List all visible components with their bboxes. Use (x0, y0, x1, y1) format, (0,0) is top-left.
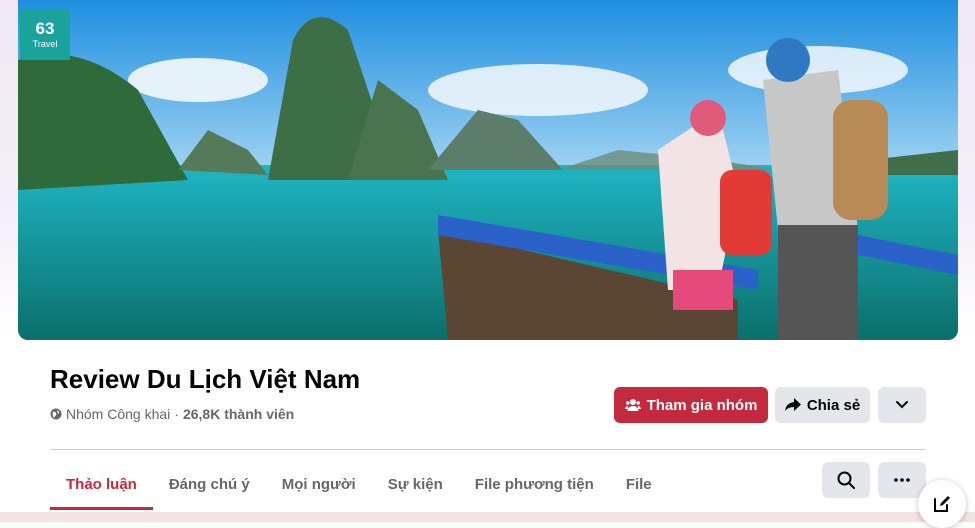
join-group-button[interactable]: Tham gia nhóm (614, 387, 768, 423)
tab-featured[interactable]: Đáng chú ý (153, 460, 266, 508)
tab-files[interactable]: File (610, 460, 668, 508)
header-divider (50, 449, 926, 450)
search-button[interactable] (822, 462, 870, 498)
logo-number: 63 (35, 19, 55, 38)
compose-button[interactable] (918, 480, 966, 528)
group-tabs: Thảo luận Đáng chú ý Mọi người Sự kiện F… (50, 460, 668, 510)
more-options-button[interactable] (878, 387, 926, 423)
chevron-down-icon (896, 401, 908, 409)
share-arrow-icon (784, 398, 801, 411)
tab-media-label: File phương tiện (474, 475, 594, 493)
tab-people[interactable]: Mọi người (266, 460, 372, 508)
brand-logo: 63 Travel (20, 10, 70, 60)
compose-icon (934, 496, 950, 512)
globe-icon (50, 408, 62, 420)
tab-media[interactable]: File phương tiện (459, 460, 610, 508)
logo-text: Travel (32, 39, 58, 49)
share-label: Chia sẻ (806, 396, 861, 414)
more-actions-button[interactable] (878, 462, 926, 498)
tab-events[interactable]: Sự kiện (372, 460, 459, 508)
more-dots-icon (894, 478, 910, 482)
meta-separator: · (174, 406, 179, 422)
group-members: 26,8K thành viên (182, 406, 295, 422)
group-title: Review Du Lịch Việt Nam (50, 364, 361, 394)
tab-people-label: Mọi người (281, 475, 356, 493)
tab-featured-label: Đáng chú ý (168, 475, 250, 493)
group-privacy: Nhóm Công khai (66, 406, 171, 422)
tab-events-label: Sự kiện (387, 475, 443, 493)
join-group-label: Tham gia nhóm (646, 396, 758, 414)
people-icon (624, 399, 641, 411)
search-icon (837, 471, 855, 489)
tab-files-label: File (625, 475, 652, 493)
cover-photo (18, 0, 958, 340)
tab-discussion[interactable]: Thảo luận (50, 460, 153, 510)
share-button[interactable]: Chia sẻ (775, 387, 870, 423)
feed-background-strip (0, 512, 975, 522)
group-meta: Nhóm Công khai · 26,8K thành viên (50, 406, 294, 422)
tab-discussion-label: Thảo luận (66, 475, 137, 493)
